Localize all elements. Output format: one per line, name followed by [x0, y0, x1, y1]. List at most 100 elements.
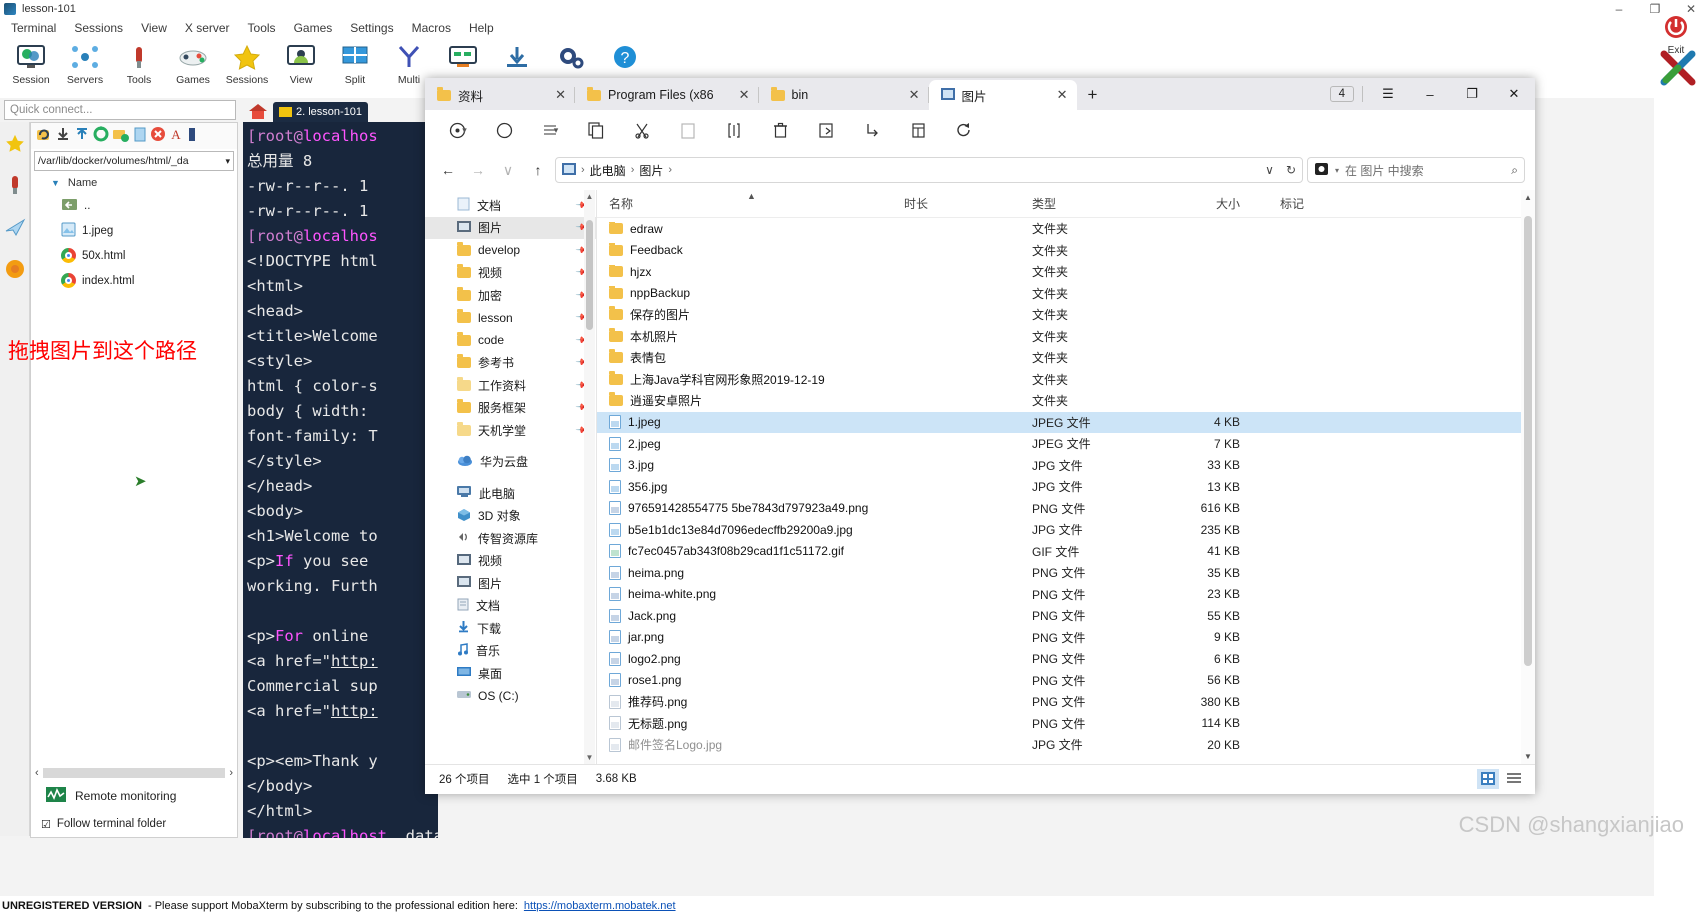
menu-tools[interactable]: Tools [239, 19, 285, 37]
table-row[interactable]: 表情包 文件夹 [597, 347, 1535, 369]
nav-item-videos-quick[interactable]: 视频 📌 [425, 262, 596, 285]
menu-games[interactable]: Games [285, 19, 342, 37]
menu-help[interactable]: Help [460, 19, 503, 37]
table-row[interactable]: 3.jpg JPG 文件 33 KB [597, 455, 1535, 477]
table-row[interactable]: 邮件签名Logo.jpg JPG 文件 20 KB [597, 734, 1535, 756]
menu-terminal[interactable]: Terminal [2, 19, 65, 37]
table-row[interactable]: 保存的图片 文件夹 [597, 304, 1535, 326]
table-row[interactable]: Feedback 文件夹 [597, 240, 1535, 262]
ribbon-download-button[interactable] [490, 38, 544, 74]
remote-monitoring-row[interactable]: Remote monitoring [31, 781, 237, 811]
search-scope-caret-icon[interactable]: ▾ [1335, 166, 1339, 175]
chevron-down-icon[interactable]: ▾ [462, 125, 467, 136]
nav-scrollbar[interactable]: ▲ ▼ [584, 190, 595, 764]
new-button[interactable]: ▾ [435, 114, 481, 146]
nav-item-3d-objects[interactable]: 3D 对象 [425, 505, 596, 528]
column-tags[interactable]: 标记 [1258, 195, 1358, 212]
scroll-up-icon[interactable]: ▲ [584, 192, 595, 201]
nav-item-documents[interactable]: 文档 [425, 595, 596, 618]
nav-item-videos[interactable]: 视频 [425, 550, 596, 573]
nav-item-music[interactable]: 音乐 [425, 640, 596, 663]
sidebar-star-icon[interactable] [0, 122, 29, 164]
ribbon-help-button[interactable]: ? [598, 38, 652, 74]
clipboard-history-button[interactable] [481, 114, 527, 146]
explorer-tab-pictures[interactable]: 图片 ✕ [928, 80, 1077, 110]
sftp-text-icon[interactable]: A [169, 126, 183, 147]
scroll-left-icon[interactable]: ‹ [35, 767, 39, 779]
close-tab-icon[interactable]: ✕ [1039, 87, 1068, 103]
table-row[interactable]: logo2.png PNG 文件 6 KB [597, 648, 1535, 670]
ribbon-servers-button[interactable]: Servers [58, 38, 112, 86]
explorer-close-button[interactable]: ✕ [1493, 78, 1535, 110]
ribbon-split-button[interactable]: Split [328, 38, 382, 86]
search-scope-icon[interactable] [1314, 162, 1329, 179]
close-tab-icon[interactable]: ✕ [721, 87, 750, 103]
table-row[interactable]: 356.jpg JPG 文件 13 KB [597, 476, 1535, 498]
sftp-delete-icon[interactable] [150, 126, 166, 147]
nav-item-this-pc[interactable]: 此电脑 [425, 482, 596, 505]
rename-button[interactable] [711, 114, 757, 146]
ribbon-view-button[interactable]: View [274, 38, 328, 86]
terminal-output[interactable]: [root@localhos 总用量 8 -rw-r--r--. 1 -rw-r… [243, 122, 438, 838]
ribbon-tools-button[interactable]: Tools [112, 38, 166, 86]
nav-item-library[interactable]: 传智资源库 [425, 527, 596, 550]
share-button[interactable] [803, 114, 849, 146]
breadcrumb-item-1[interactable]: 图片 [639, 162, 663, 179]
sftp-upload-icon[interactable] [74, 126, 90, 147]
sftp-item-parent[interactable]: .. [31, 193, 237, 218]
tab-count-badge[interactable]: 4 [1329, 86, 1354, 102]
table-row[interactable]: heima-white.png PNG 文件 23 KB [597, 584, 1535, 606]
menu-view[interactable]: View [132, 19, 176, 37]
scroll-right-icon[interactable]: › [229, 767, 233, 779]
ribbon-games-button[interactable]: Games [166, 38, 220, 86]
back-button[interactable]: ← [435, 157, 461, 183]
up-button[interactable]: ↑ [525, 157, 551, 183]
ribbon-session-button[interactable]: Session [4, 38, 58, 86]
delete-button[interactable] [757, 114, 803, 146]
mobaxterm-link[interactable]: https://mobaxterm.mobatek.net [524, 900, 676, 912]
terminal-tab[interactable]: 2. lesson-101 [273, 102, 369, 122]
nav-item-tianji-classroom[interactable]: 天机学堂 📌 [425, 419, 596, 442]
properties-button[interactable] [849, 114, 895, 146]
sftp-refresh-icon[interactable] [35, 126, 52, 147]
home-tab-icon[interactable] [243, 100, 273, 122]
minimize-button[interactable]: – [1612, 2, 1626, 16]
list-scroll-thumb[interactable] [1524, 216, 1532, 666]
menu-settings[interactable]: Settings [341, 19, 402, 37]
sidebar-macro-icon[interactable] [0, 206, 29, 248]
details-view-button[interactable] [1477, 768, 1499, 789]
nav-item-lesson[interactable]: lesson 📌 [425, 307, 596, 330]
table-row[interactable]: edraw 文件夹 [597, 218, 1535, 240]
sftp-reload-icon[interactable] [93, 125, 109, 147]
scroll-down-icon[interactable]: ▼ [584, 753, 595, 762]
nav-item-desktop[interactable]: 桌面 [425, 662, 596, 685]
sort-button[interactable]: ▾ [527, 114, 573, 146]
quick-connect-input[interactable]: Quick connect... [4, 100, 236, 120]
column-duration[interactable]: 时长 [904, 195, 1032, 212]
chevron-down-icon[interactable]: ▾ [554, 125, 559, 136]
scroll-up-icon[interactable]: ▲ [1521, 193, 1535, 202]
explorer-tab-bin[interactable]: bin ✕ [759, 80, 929, 110]
view-button[interactable] [895, 114, 941, 146]
close-tab-icon[interactable]: ✕ [891, 87, 920, 103]
breadcrumb[interactable]: › 此电脑 › 图片 › ∨ ↻ [555, 157, 1303, 183]
column-name[interactable]: 名称 [609, 195, 904, 212]
table-row[interactable]: 逍遥安卓照片 文件夹 [597, 390, 1535, 412]
search-input[interactable]: ▾ 在 图片 中搜索 ⌕ [1307, 157, 1525, 183]
table-row[interactable]: 推荐码.png PNG 文件 380 KB [597, 691, 1535, 713]
nav-item-huawei-cloud[interactable]: 华为云盘 [425, 451, 596, 474]
scroll-down-icon[interactable]: ▼ [1521, 752, 1535, 761]
nav-item-develop[interactable]: develop 📌 [425, 239, 596, 262]
ribbon-sessions-button[interactable]: Sessions [220, 38, 274, 86]
nav-item-work-materials[interactable]: 工作资料 📌 [425, 374, 596, 397]
menu-xserver[interactable]: X server [176, 19, 239, 37]
sftp-column-header[interactable]: ▼ Name [31, 173, 237, 193]
sftp-new-file-icon[interactable] [133, 126, 147, 147]
new-tab-button[interactable]: + [1077, 80, 1109, 110]
scroll-thumb[interactable] [42, 768, 226, 778]
nav-item-downloads[interactable]: 下载 [425, 617, 596, 640]
sftp-info-icon[interactable] [186, 126, 198, 147]
sftp-path-input[interactable]: /var/lib/docker/volumes/html/_da ▾ [34, 151, 234, 171]
table-row[interactable]: Jack.png PNG 文件 55 KB [597, 605, 1535, 627]
table-row[interactable]: nppBackup 文件夹 [597, 283, 1535, 305]
